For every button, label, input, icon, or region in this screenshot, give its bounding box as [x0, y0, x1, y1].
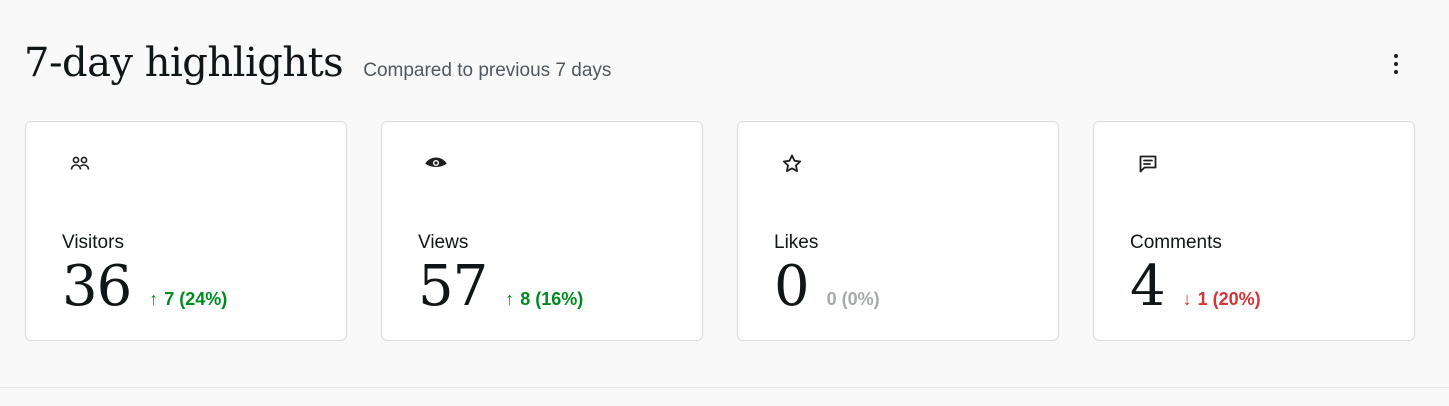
card-label: Likes [774, 232, 819, 253]
card-value-row: 0 0 (0%) [774, 256, 880, 318]
card-value: 4 [1130, 254, 1166, 319]
star-icon [780, 152, 804, 176]
highlights-section: 7-day highlights Compared to previous 7 … [0, 0, 1449, 388]
more-options-button[interactable] [1382, 50, 1410, 78]
card-label: Comments [1130, 232, 1222, 253]
arrow-up-icon: ↑ [149, 289, 159, 309]
card-value: 0 [774, 254, 810, 319]
card-comments[interactable]: Comments 4 ↓ 1 (20%) [1093, 121, 1415, 341]
comment-icon [1136, 152, 1160, 176]
card-label: Views [418, 232, 469, 253]
card-change: ↑ 7 (24%) [149, 289, 227, 310]
card-likes[interactable]: Likes 0 0 (0%) [737, 121, 1059, 341]
arrow-up-icon: ↑ [505, 289, 515, 309]
change-text: 8 (16%) [520, 289, 584, 309]
eye-icon [424, 152, 448, 176]
card-views[interactable]: Views 57 ↑ 8 (16%) [381, 121, 703, 341]
card-value: 57 [418, 254, 488, 319]
card-value-row: 36 ↑ 7 (24%) [62, 256, 227, 318]
card-change: 0 (0%) [827, 289, 880, 310]
more-vertical-icon-dot [1394, 70, 1398, 74]
more-vertical-icon-dot [1394, 62, 1398, 66]
change-text: 0 (0%) [826, 289, 880, 309]
card-label: Visitors [62, 232, 124, 253]
change-text: 7 (24%) [164, 289, 228, 309]
card-value-row: 4 ↓ 1 (20%) [1130, 256, 1261, 318]
people-icon [68, 152, 92, 176]
card-change: ↓ 1 (20%) [1183, 289, 1261, 310]
more-vertical-icon [1394, 54, 1398, 58]
comparison-subtitle: Compared to previous 7 days [363, 60, 612, 81]
highlights-header: 7-day highlights Compared to previous 7 … [24, 40, 611, 86]
page-title: 7-day highlights [24, 40, 344, 86]
arrow-down-icon: ↓ [1182, 289, 1192, 309]
highlight-cards: Visitors 36 ↑ 7 (24%) Views 57 ↑ 8 (16%)… [25, 121, 1415, 341]
change-text: 1 (20%) [1197, 289, 1261, 309]
card-change: ↑ 8 (16%) [505, 289, 583, 310]
card-visitors[interactable]: Visitors 36 ↑ 7 (24%) [25, 121, 347, 341]
card-value-row: 57 ↑ 8 (16%) [418, 256, 583, 318]
card-value: 36 [62, 254, 132, 319]
